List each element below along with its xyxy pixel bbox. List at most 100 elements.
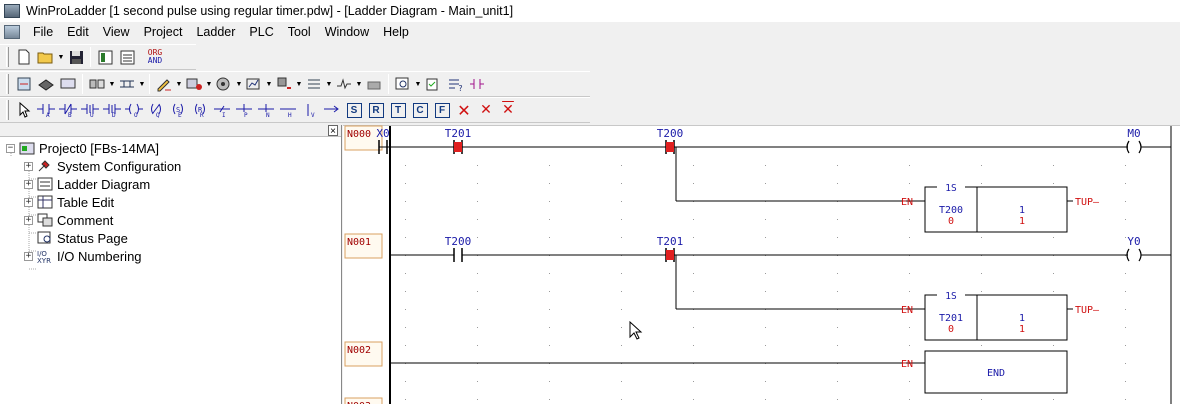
grid-dot — [477, 273, 478, 274]
grid-dot — [1125, 363, 1126, 364]
ladder-window-icon[interactable] — [116, 46, 138, 68]
select-pointer-icon[interactable] — [13, 99, 35, 121]
delete-vertical-icon[interactable]: ✕ — [475, 99, 497, 121]
tree-item-status-page[interactable]: Status Page — [24, 229, 128, 247]
edit-dropdown-icon[interactable]: ▼ — [175, 81, 183, 88]
tree-item-ladder-diagram[interactable]: + Ladder Diagram — [24, 175, 150, 193]
contact-help-icon[interactable] — [466, 73, 488, 95]
menu-ladder[interactable]: Ladder — [189, 25, 242, 39]
grid-dot — [405, 273, 406, 274]
new-file-icon[interactable] — [13, 46, 35, 68]
negative-edge-icon[interactable]: N — [255, 99, 277, 121]
grid-dot — [621, 327, 622, 328]
grid-dot — [405, 327, 406, 328]
expand-icon[interactable]: + — [24, 251, 33, 261]
document-window-icon[interactable] — [4, 25, 20, 39]
horizontal-line-icon[interactable]: H — [277, 99, 299, 121]
open-folder-icon[interactable] — [35, 46, 57, 68]
menu-edit[interactable]: Edit — [60, 25, 96, 39]
chart-monitor-icon[interactable] — [243, 73, 265, 95]
edit-pen-icon[interactable] — [153, 73, 175, 95]
menu-window[interactable]: Window — [318, 25, 376, 39]
register-icon[interactable] — [183, 73, 205, 95]
tree-item-comment[interactable]: + Comment — [24, 211, 113, 229]
delete-element-icon[interactable]: ✕ — [453, 99, 475, 121]
tree-item-table-edit[interactable]: + Table Edit — [24, 193, 114, 211]
close-pane-icon[interactable]: × — [328, 125, 338, 137]
cross-reference-icon[interactable]: ? — [444, 73, 466, 95]
org-and-icon[interactable]: ORG AND — [138, 46, 172, 68]
open-dropdown-icon[interactable]: ▼ — [57, 54, 65, 61]
expand-icon[interactable]: + — [24, 161, 33, 171]
toolbar-grip[interactable] — [6, 47, 9, 67]
set-coil-icon[interactable]: SE — [167, 99, 189, 121]
trace-dropdown-icon[interactable]: ▼ — [355, 81, 363, 88]
save-icon[interactable] — [65, 46, 87, 68]
project-window-icon[interactable] — [94, 46, 116, 68]
find-icon[interactable] — [392, 73, 414, 95]
expand-icon[interactable]: + — [24, 179, 33, 189]
falling-contact-icon[interactable]: D — [101, 99, 123, 121]
coil-icon[interactable]: O — [123, 99, 145, 121]
menu-tool[interactable]: Tool — [281, 25, 318, 39]
program-check-icon[interactable] — [422, 73, 444, 95]
network-label: N002 — [347, 345, 371, 356]
menu-project[interactable]: Project — [137, 25, 190, 39]
toolbar-grip[interactable] — [6, 100, 9, 120]
expand-icon[interactable]: + — [24, 215, 33, 225]
status-dropdown-icon[interactable]: ▼ — [235, 81, 243, 88]
chart-dropdown-icon[interactable]: ▼ — [265, 81, 273, 88]
reset-coil-icon[interactable]: RR — [189, 99, 211, 121]
monitor-icon[interactable] — [57, 73, 79, 95]
list-dropdown-icon[interactable]: ▼ — [325, 81, 333, 88]
find-dropdown-icon[interactable]: ▼ — [414, 81, 422, 88]
menu-plc[interactable]: PLC — [242, 25, 280, 39]
register-dropdown-icon[interactable]: ▼ — [205, 81, 213, 88]
grid-dot — [693, 237, 694, 238]
grid-dot — [693, 327, 694, 328]
arrow-line-icon[interactable] — [321, 99, 343, 121]
svg-text:V: V — [311, 112, 315, 118]
ladder-canvas[interactable]: N000 X0 T201 T200 M0EN1ST200011TUP—N001 T200 T… — [343, 125, 1180, 404]
menu-help[interactable]: Help — [376, 25, 416, 39]
rung-dropdown-icon[interactable]: ▼ — [138, 81, 146, 88]
ladder-diagram[interactable]: N000 X0 T201 T200 M0 EN 1S T200 0 1 1 TUP— N001 T200 T… — [343, 125, 1180, 404]
rising-contact-icon[interactable]: U — [79, 99, 101, 121]
compile-icon[interactable] — [13, 73, 35, 95]
positive-edge-icon[interactable]: P — [233, 99, 255, 121]
delete-horizontal-icon[interactable]: ✕ — [497, 99, 519, 121]
list-icon[interactable] — [303, 73, 325, 95]
vertical-line-icon[interactable]: V — [299, 99, 321, 121]
print-icon[interactable] — [363, 73, 385, 95]
network-icon[interactable] — [86, 73, 108, 95]
trace-icon[interactable] — [333, 73, 355, 95]
grid-dot — [693, 273, 694, 274]
tree-root[interactable]: − Project0 [FBs-14MA] — [6, 139, 159, 157]
network-dropdown-icon[interactable]: ▼ — [108, 81, 116, 88]
tree-item-system-configuration[interactable]: + System Configuration — [24, 157, 181, 175]
menu-view[interactable]: View — [96, 25, 137, 39]
status-monitor-icon[interactable] — [213, 73, 235, 95]
nc-contact-icon[interactable]: B — [57, 99, 79, 121]
not-coil-icon[interactable]: Q — [145, 99, 167, 121]
menu-file[interactable]: File — [26, 25, 60, 39]
grid-dot — [405, 165, 406, 166]
t-timer-icon[interactable]: T — [387, 99, 409, 121]
s-register-icon[interactable]: S — [343, 99, 365, 121]
comment-icon — [37, 213, 53, 227]
no-contact-icon[interactable]: A — [35, 99, 57, 121]
invert-icon[interactable]: I — [211, 99, 233, 121]
grid-dot — [1053, 345, 1054, 346]
force-icon[interactable] — [273, 73, 295, 95]
f-function-icon[interactable]: F — [431, 99, 453, 121]
plc-run-icon[interactable] — [35, 73, 57, 95]
force-dropdown-icon[interactable]: ▼ — [295, 81, 303, 88]
tree-item-i-o-numbering[interactable]: + I/O XYR I/O Numbering — [24, 247, 142, 265]
c-counter-icon[interactable]: C — [409, 99, 431, 121]
expand-icon[interactable]: + — [24, 197, 33, 207]
r-register-icon[interactable]: R — [365, 99, 387, 121]
toolbar-grip[interactable] — [6, 74, 9, 94]
collapse-icon[interactable]: − — [6, 143, 15, 153]
rung-icon[interactable] — [116, 73, 138, 95]
app-icon — [4, 4, 20, 18]
